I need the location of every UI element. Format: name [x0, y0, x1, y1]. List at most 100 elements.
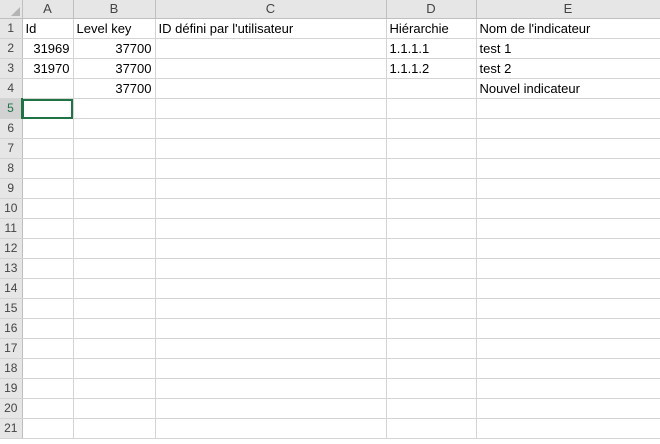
cell-d18[interactable] — [386, 358, 477, 379]
cell-d3[interactable]: 1.1.1.2 — [386, 58, 477, 79]
cell-d17[interactable] — [386, 338, 477, 359]
row-header-6[interactable]: 6 — [0, 118, 23, 139]
cell-d21[interactable] — [386, 418, 477, 439]
cell-a3[interactable]: 31970 — [22, 58, 74, 79]
cell-c5[interactable] — [155, 98, 387, 119]
cell-d16[interactable] — [386, 318, 477, 339]
cell-b15[interactable] — [73, 298, 156, 319]
cell-e16[interactable] — [476, 318, 660, 339]
cell-b10[interactable] — [73, 198, 156, 219]
cell-a19[interactable] — [22, 378, 74, 399]
cell-c10[interactable] — [155, 198, 387, 219]
cell-a17[interactable] — [22, 338, 74, 359]
cell-d19[interactable] — [386, 378, 477, 399]
cell-d13[interactable] — [386, 258, 477, 279]
cell-a6[interactable] — [22, 118, 74, 139]
cell-e8[interactable] — [476, 158, 660, 179]
row-header-11[interactable]: 11 — [0, 218, 23, 239]
cell-e15[interactable] — [476, 298, 660, 319]
row-header-13[interactable]: 13 — [0, 258, 23, 279]
cell-b5[interactable] — [73, 98, 156, 119]
row-header-8[interactable]: 8 — [0, 158, 23, 179]
row-header-15[interactable]: 15 — [0, 298, 23, 319]
cell-b17[interactable] — [73, 338, 156, 359]
cell-b11[interactable] — [73, 218, 156, 239]
cell-b14[interactable] — [73, 278, 156, 299]
cell-a14[interactable] — [22, 278, 74, 299]
cell-e4[interactable]: Nouvel indicateur — [476, 78, 660, 99]
cell-e1[interactable]: Nom de l'indicateur — [476, 18, 660, 39]
cell-c8[interactable] — [155, 158, 387, 179]
cell-c21[interactable] — [155, 418, 387, 439]
cell-e3[interactable]: test 2 — [476, 58, 660, 79]
cell-c1[interactable]: ID défini par l'utilisateur — [155, 18, 387, 39]
cell-d4[interactable] — [386, 78, 477, 99]
cell-a11[interactable] — [22, 218, 74, 239]
cell-e18[interactable] — [476, 358, 660, 379]
cell-a13[interactable] — [22, 258, 74, 279]
row-header-21[interactable]: 21 — [0, 418, 23, 439]
cell-a18[interactable] — [22, 358, 74, 379]
row-header-16[interactable]: 16 — [0, 318, 23, 339]
cell-d10[interactable] — [386, 198, 477, 219]
cell-d5[interactable] — [386, 98, 477, 119]
cell-b18[interactable] — [73, 358, 156, 379]
cell-d7[interactable] — [386, 138, 477, 159]
cell-b3[interactable]: 37700 — [73, 58, 156, 79]
cell-b9[interactable] — [73, 178, 156, 199]
cell-b6[interactable] — [73, 118, 156, 139]
cell-d2[interactable]: 1.1.1.1 — [386, 38, 477, 59]
row-header-7[interactable]: 7 — [0, 138, 23, 159]
cell-e5[interactable] — [476, 98, 660, 119]
cell-d9[interactable] — [386, 178, 477, 199]
cell-c18[interactable] — [155, 358, 387, 379]
row-header-14[interactable]: 14 — [0, 278, 23, 299]
cell-b13[interactable] — [73, 258, 156, 279]
cell-b16[interactable] — [73, 318, 156, 339]
cell-a12[interactable] — [22, 238, 74, 259]
cell-a21[interactable] — [22, 418, 74, 439]
cell-d14[interactable] — [386, 278, 477, 299]
cell-a2[interactable]: 31969 — [22, 38, 74, 59]
row-header-1[interactable]: 1 — [0, 18, 23, 39]
cell-c4[interactable] — [155, 78, 387, 99]
cell-d1[interactable]: Hiérarchie — [386, 18, 477, 39]
cell-e10[interactable] — [476, 198, 660, 219]
cell-c16[interactable] — [155, 318, 387, 339]
cell-e17[interactable] — [476, 338, 660, 359]
cell-a9[interactable] — [22, 178, 74, 199]
cell-b19[interactable] — [73, 378, 156, 399]
cell-c13[interactable] — [155, 258, 387, 279]
cell-a5[interactable] — [22, 98, 74, 119]
row-header-4[interactable]: 4 — [0, 78, 23, 99]
cell-a16[interactable] — [22, 318, 74, 339]
cell-b20[interactable] — [73, 398, 156, 419]
row-header-17[interactable]: 17 — [0, 338, 23, 359]
column-header-c[interactable]: C — [155, 0, 387, 19]
cell-b4[interactable]: 37700 — [73, 78, 156, 99]
cell-c20[interactable] — [155, 398, 387, 419]
cell-e11[interactable] — [476, 218, 660, 239]
cell-c6[interactable] — [155, 118, 387, 139]
cell-e7[interactable] — [476, 138, 660, 159]
cell-c14[interactable] — [155, 278, 387, 299]
cell-e2[interactable]: test 1 — [476, 38, 660, 59]
cell-b12[interactable] — [73, 238, 156, 259]
cell-a8[interactable] — [22, 158, 74, 179]
cell-b7[interactable] — [73, 138, 156, 159]
cell-e14[interactable] — [476, 278, 660, 299]
cell-c11[interactable] — [155, 218, 387, 239]
cell-d20[interactable] — [386, 398, 477, 419]
cell-e20[interactable] — [476, 398, 660, 419]
cell-c7[interactable] — [155, 138, 387, 159]
cell-e19[interactable] — [476, 378, 660, 399]
row-header-19[interactable]: 19 — [0, 378, 23, 399]
row-header-10[interactable]: 10 — [0, 198, 23, 219]
cell-a10[interactable] — [22, 198, 74, 219]
cell-c12[interactable] — [155, 238, 387, 259]
cell-b1[interactable]: Level key — [73, 18, 156, 39]
cell-a7[interactable] — [22, 138, 74, 159]
cell-a15[interactable] — [22, 298, 74, 319]
row-header-3[interactable]: 3 — [0, 58, 23, 79]
cell-d6[interactable] — [386, 118, 477, 139]
